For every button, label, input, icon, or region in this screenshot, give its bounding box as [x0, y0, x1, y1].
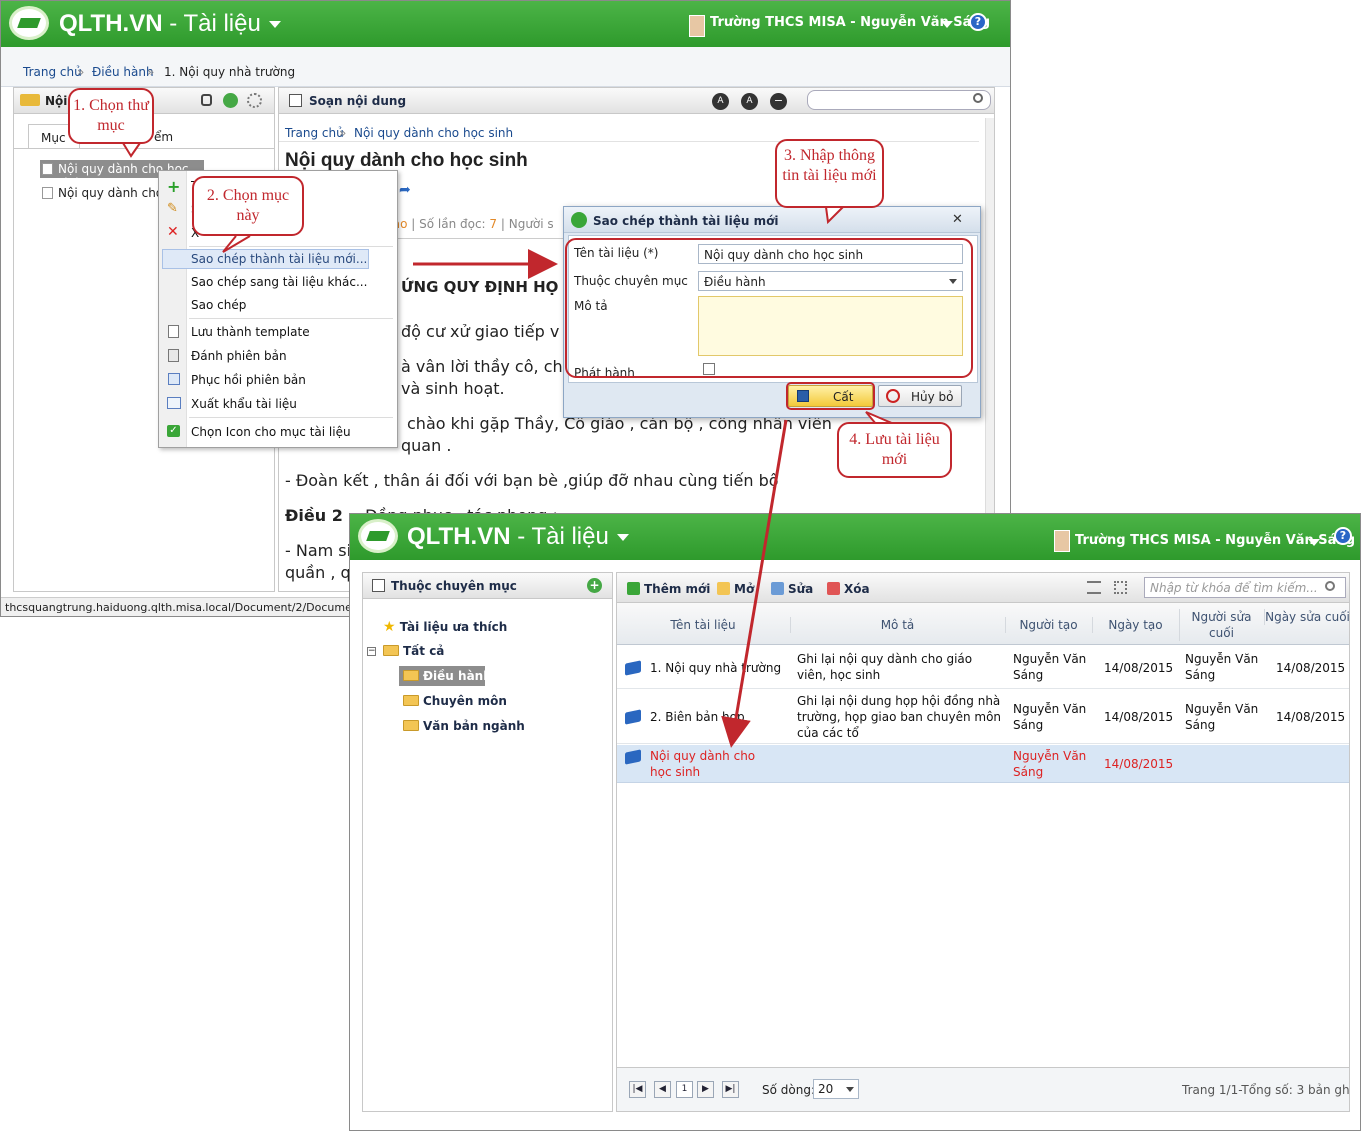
save-highlight: [786, 382, 875, 410]
callout-step-2: 2. Chọn mục này: [192, 176, 304, 236]
callout-2-tail: [222, 235, 251, 253]
callout-step-3: 3. Nhập thông tin tài liệu mới: [775, 139, 884, 208]
callout-3-tail: [825, 206, 844, 225]
form-highlight: [565, 238, 973, 378]
callout-1-tail: [122, 142, 141, 158]
callout-step-1: 1. Chọn thư mục: [68, 88, 154, 144]
annotation-arrows: [122, 142, 973, 748]
callout-step-4: 4. Lưu tài liệu mới: [837, 422, 952, 478]
arrow-to-new-row: [721, 419, 788, 748]
